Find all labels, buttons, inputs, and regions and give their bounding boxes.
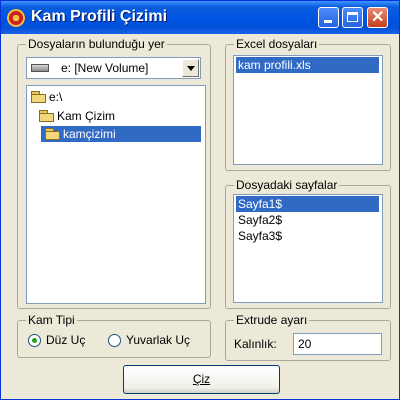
drive-select-dropdown-button[interactable] <box>182 59 199 77</box>
minimize-button[interactable] <box>318 7 339 28</box>
yuvarlak-uc-radio[interactable] <box>108 334 121 347</box>
drive-select[interactable]: e: [New Volume] <box>26 57 201 79</box>
folder-location-label: Dosyaların bulunduğu yer <box>26 37 167 51</box>
draw-button[interactable]: Çiz <box>123 365 280 394</box>
duz-uc-radio[interactable] <box>28 334 41 347</box>
yuvarlak-uc-label[interactable]: Yuvarlak Uç <box>126 333 190 347</box>
close-button[interactable]: ✕ <box>367 7 388 28</box>
list-item[interactable]: Sayfa3$ <box>236 228 379 244</box>
maximize-icon <box>347 12 358 22</box>
chevron-down-icon <box>187 66 195 71</box>
thickness-label: Kalınlık: <box>234 337 277 351</box>
drive-select-value: e: [New Volume] <box>61 61 149 75</box>
drive-icon <box>31 64 49 72</box>
close-icon: ✕ <box>371 9 385 26</box>
tree-item-label: Kam Çizim <box>57 109 116 123</box>
open-folder-icon <box>31 91 47 103</box>
open-folder-icon <box>45 128 61 140</box>
kam-tipi-label: Kam Tipi <box>26 313 77 327</box>
tree-item-kamcizimi[interactable]: kamçizimi <box>41 126 201 142</box>
tree-item-label: e:\ <box>49 90 63 104</box>
list-item[interactable]: Sayfa1$ <box>236 196 379 212</box>
thickness-input[interactable]: 20 <box>293 333 382 355</box>
title-bar[interactable]: Kam Profili Çizimi ✕ <box>1 1 399 34</box>
extrude-label: Extrude ayarı <box>234 313 310 327</box>
app-icon[interactable] <box>7 9 25 27</box>
maximize-button[interactable] <box>342 7 363 28</box>
window-title: Kam Profili Çizimi <box>31 8 168 25</box>
excel-files-list[interactable]: kam profili.xls <box>233 55 383 165</box>
excel-files-label: Excel dosyaları <box>234 37 320 51</box>
open-folder-icon <box>39 110 55 122</box>
tree-item-label: kamçizimi <box>63 127 116 141</box>
sheets-list[interactable]: Sayfa1$ Sayfa2$ Sayfa3$ <box>233 194 383 303</box>
list-item[interactable]: kam profili.xls <box>236 57 379 73</box>
folder-tree[interactable]: e:\ Kam Çizim kamçizimi <box>26 85 206 304</box>
minimize-icon <box>324 20 332 23</box>
draw-button-label: Çiz <box>192 372 211 386</box>
sheets-label: Dosyadaki sayfalar <box>234 178 340 192</box>
duz-uc-label[interactable]: Düz Uç <box>46 333 85 347</box>
list-item[interactable]: Sayfa2$ <box>236 212 379 228</box>
app-window: Kam Profili Çizimi ✕ Dosyaların bulunduğ… <box>0 0 400 400</box>
